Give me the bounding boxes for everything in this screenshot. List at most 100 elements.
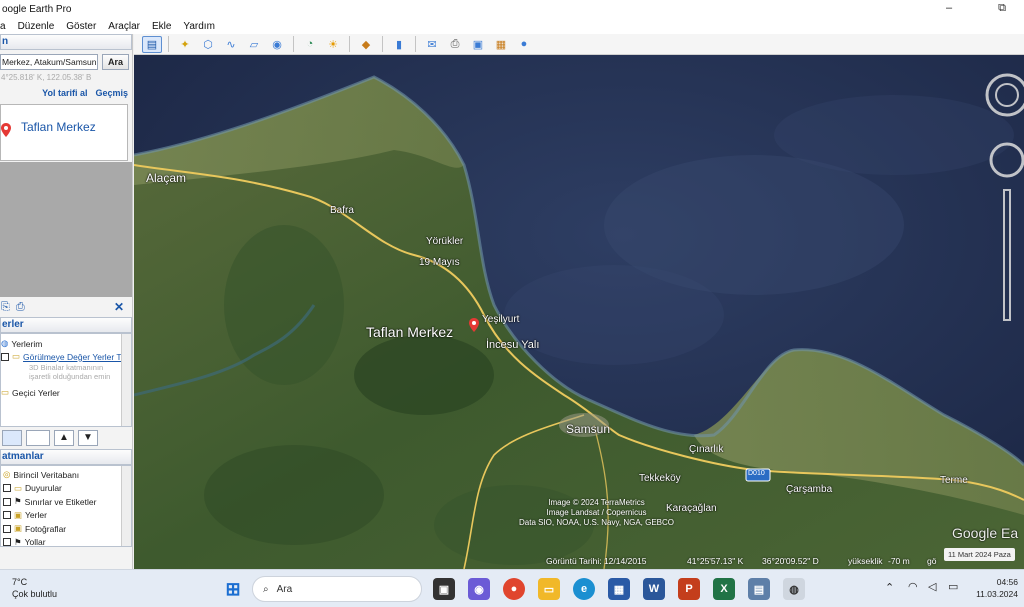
layer-item[interactable]: ⚑ Sınırlar ve Etiketler [1,495,131,509]
search-result-item[interactable]: Taflan Merkez [21,120,96,134]
menu-tools[interactable]: Araçlar [108,21,140,32]
path-icon[interactable]: ∿ [221,36,241,53]
copy-icon[interactable]: ⎘ [1,301,10,314]
planet-icon[interactable]: ◆ [356,36,376,53]
layers-tree: ◎ Birincil Veritabanı ▭ Duyurular ⚑ Sınırla… [0,465,132,547]
sun-icon[interactable]: ☀ [323,36,343,53]
coordinates-text: 4°25.818' K, 122.05.38' B [1,73,92,82]
maximize-button[interactable]: ⧉ [998,2,1006,15]
chat-icon[interactable]: ◉ [468,578,490,600]
map-label-samsun: Samsun [566,422,611,436]
folder-icon: ▭ [14,482,23,493]
windows-start-icon[interactable]: ⊞ [222,578,244,600]
globe-icon: ◍ [1,338,9,348]
google-earth-taskbar-icon[interactable]: ◍ [783,578,805,600]
map-label-cinarlik: Çınarlık [689,444,724,455]
history-link[interactable]: Geçmiş [95,88,128,98]
map-label-alacam: Alaçam [146,171,187,185]
blank-button[interactable] [26,430,50,446]
print-icon[interactable]: ⎙ [445,36,465,53]
places-toolbar: ⎘ ⎙ ✕ [0,297,132,317]
menu-view[interactable]: Göster [66,21,96,32]
layers-scrollbar[interactable] [121,466,131,546]
menu-add[interactable]: Ekle [152,21,171,32]
chrome-icon[interactable]: ● [503,578,525,600]
road-icon: ⚑ [14,536,22,547]
directions-link[interactable]: Yol tarifi al [42,88,87,98]
title-bar: oogle Earth Pro – ⧉ [0,0,1024,18]
menu-file[interactable]: a [0,21,6,32]
save-image-icon[interactable]: ▣ [468,36,488,53]
placemark-icon[interactable]: ✦ [175,36,195,53]
camera-icon: ▣ [14,523,23,534]
places-tree: ◍ Yerlerim ▭ Görülmeye Değer Yerler T 3D… [0,333,132,427]
polygon-icon[interactable]: ⬡ [198,36,218,53]
notepad-icon[interactable]: ▤ [748,578,770,600]
location-pin-icon [1,123,11,140]
search-button[interactable]: Ara [102,54,130,70]
map-view[interactable]: Alaçam Bafra Yörükler 19 Mayıs Yeşilyurt… [134,55,1024,569]
google-earth-logo: Google Ea [952,525,1019,541]
minimize-button[interactable]: – [946,2,952,15]
powerpoint-icon[interactable]: P [678,578,700,600]
taskbar-search[interactable]: ⌕ Ara [252,576,422,602]
tree-note-line: 3D Binalar katmanının [29,363,104,372]
record-tour-icon[interactable]: ▦ [491,36,511,53]
map-label-tekkekoy: Tekkeköy [639,473,681,484]
layer-item[interactable]: ◎ Birincil Veritabanı [1,468,131,482]
layer-item[interactable]: ▭ Duyurular [1,482,131,496]
edge-icon[interactable]: e [573,578,595,600]
layer-item[interactable]: ⚑ Yollar [1,536,131,550]
email-icon[interactable]: ✉ [422,36,442,53]
close-icon[interactable]: ✕ [114,300,124,314]
print-icon[interactable]: ⎙ [16,301,25,314]
tour-icon[interactable]: ◉ [267,36,287,53]
maps-icon[interactable]: ● [514,36,534,53]
checkbox[interactable] [1,352,9,361]
menu-bar: a Düzenle Göster Araçlar Ekle Yardım [0,18,1024,34]
menu-edit[interactable]: Düzenle [18,21,55,32]
store-icon[interactable]: ▦ [608,578,630,600]
layer-item[interactable]: ▣ Fotoğraflar [1,522,131,536]
overlay-icon[interactable]: ▱ [244,36,264,53]
map-label-taflan-merkez: Taflan Merkez [366,324,454,340]
map-label-carsamba: Çarşamba [786,484,833,495]
toggle-panel-button[interactable] [2,430,22,446]
checkbox[interactable] [3,511,11,520]
map-status-bar: Görüntü Tarihi: 12/14/2015 41°25'57.13" … [546,556,937,566]
ruler-icon[interactable]: ▮ [389,36,409,53]
move-up-button[interactable]: ▲ [54,430,74,446]
menu-help[interactable]: Yardım [183,21,215,32]
checkbox[interactable] [3,484,11,493]
checkbox[interactable] [3,497,11,506]
battery-icon[interactable]: ▭ [948,580,958,593]
weather-widget[interactable]: 7°C Çok bulutlu [12,576,57,600]
excel-icon[interactable]: X [713,578,735,600]
checkbox[interactable] [3,538,11,547]
wifi-icon[interactable]: ◠ [908,580,918,593]
search-input[interactable]: Merkez, Atakum/Samsun [0,54,98,70]
clock[interactable]: 04:56 11.03.2024 [972,576,1018,600]
sidebar-toggle-icon[interactable]: ▤ [142,35,162,53]
word-icon[interactable]: W [643,578,665,600]
tree-item-temporary[interactable]: ▭ Geçici Yerler [1,386,131,399]
move-down-button[interactable]: ▼ [78,430,98,446]
historical-imagery-icon[interactable]: ◔ [300,36,320,53]
tree-item-my-places[interactable]: ◍ Yerlerim [1,337,131,350]
tray-chevron-icon[interactable]: ⌃ [885,581,894,594]
places-scrollbar[interactable] [121,334,131,426]
places-panel-header[interactable]: erler [0,317,132,333]
layer-item[interactable]: ▣ Yerler [1,509,131,523]
toolbar: ▤ ✦ ⬡ ∿ ▱ ◉ ◔ ☀ ◆ ▮ ✉ ⎙ ▣ ▦ ● [134,34,1024,55]
folder-icon: ▭ [1,387,10,397]
sidebar: n Merkez, Atakum/Samsun Ara 4°25.818' K,… [0,34,133,569]
task-view-icon[interactable]: ▣ [433,578,455,600]
checkbox[interactable] [3,524,11,533]
tree-item-sightseeing[interactable]: ▭ Görülmeye Değer Yerler T [1,350,131,363]
map-label-bafra: Bafra [330,205,354,216]
search-panel-header[interactable]: n [0,34,132,50]
volume-icon[interactable]: ◁ [928,580,936,593]
flag-icon: ⚑ [14,496,22,507]
layers-panel-header[interactable]: atmanlar [0,449,132,465]
file-explorer-icon[interactable]: ▭ [538,578,560,600]
